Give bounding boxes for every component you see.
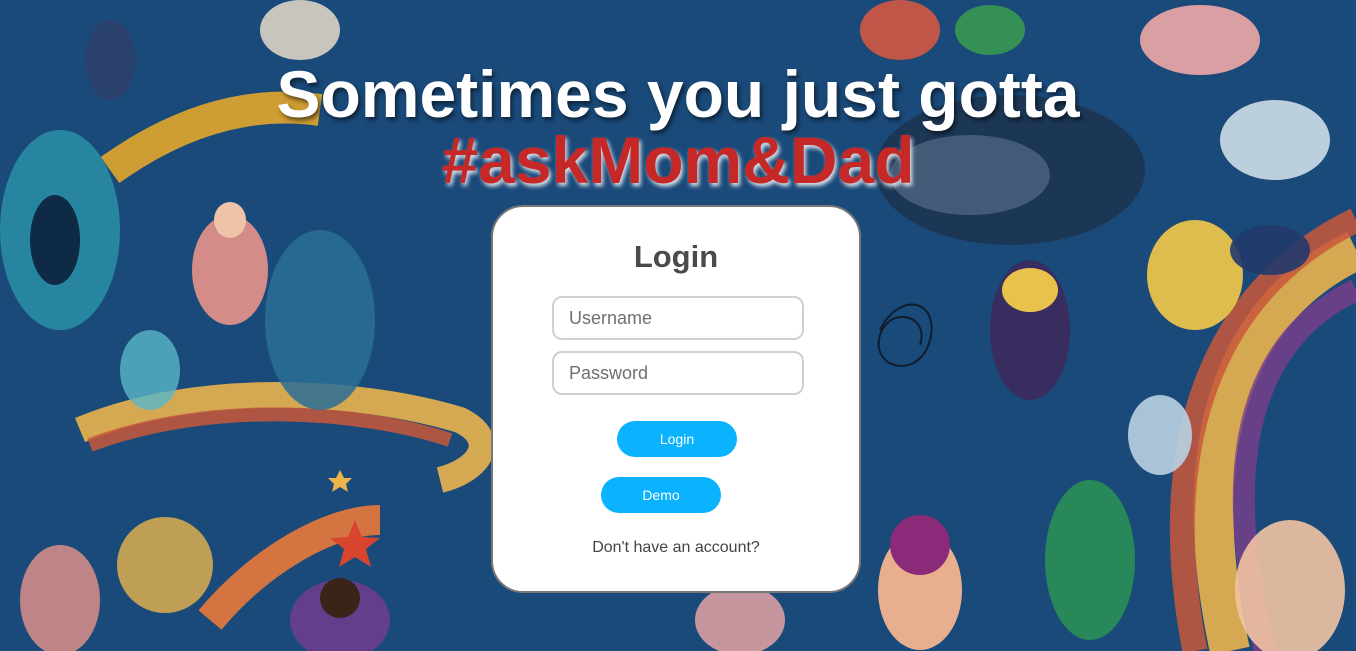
password-input[interactable] xyxy=(552,351,804,395)
login-title: Login xyxy=(633,239,719,274)
login-card: Login Login Demo Don't have an account? xyxy=(491,205,861,593)
login-page: Sometimes you just gotta #askMom&Dad Log… xyxy=(0,0,1356,651)
hero-hashtag: #askMom&Dad xyxy=(441,123,915,197)
demo-button[interactable]: Demo xyxy=(601,477,721,513)
username-input[interactable] xyxy=(552,296,804,340)
signup-link[interactable]: Don't have an account? xyxy=(493,539,859,557)
login-button[interactable]: Login xyxy=(617,421,737,457)
hero-headline: Sometimes you just gotta xyxy=(276,57,1080,131)
